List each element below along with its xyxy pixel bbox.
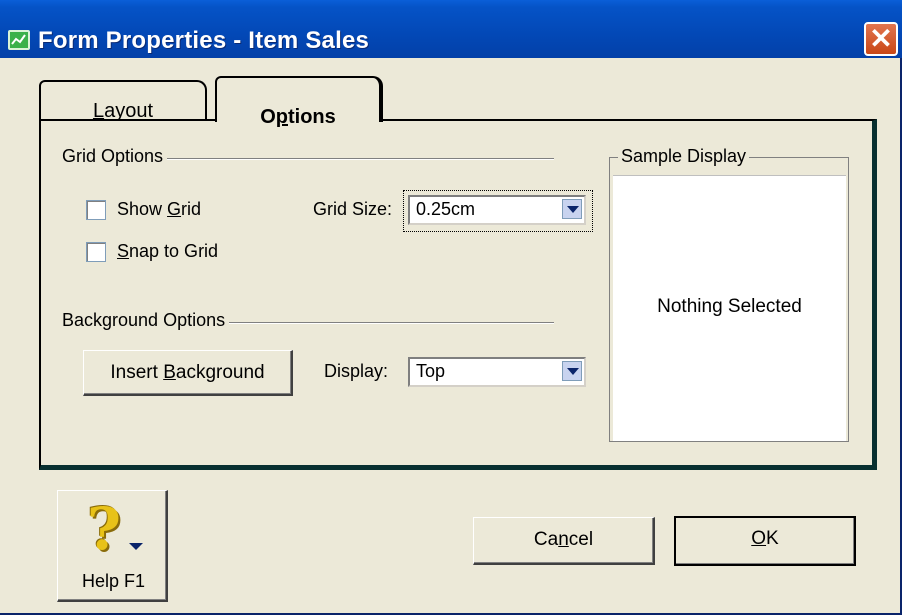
cancel-label: Cancel: [533, 529, 594, 550]
sample-display-text: Nothing Selected: [657, 296, 802, 317]
dropdown-arrow-icon[interactable]: [562, 361, 582, 381]
ok-button[interactable]: OK: [674, 516, 856, 566]
tab-options[interactable]: Options: [215, 76, 383, 128]
show-grid-checkbox[interactable]: [86, 200, 106, 220]
dropdown-arrow-icon[interactable]: [562, 199, 582, 219]
snap-to-grid-label[interactable]: Snap to Grid: [117, 241, 218, 262]
grid-size-select[interactable]: 0.25cm: [408, 195, 586, 225]
cancel-button[interactable]: Cancel: [473, 517, 655, 565]
show-grid-label[interactable]: Show Grid: [117, 199, 201, 220]
title-bar[interactable]: Form Properties - Item Sales ✕: [0, 0, 902, 58]
background-options-label: Background Options: [62, 310, 230, 331]
help-button[interactable]: ? Help F1: [57, 490, 168, 602]
chevron-down-icon: [129, 543, 143, 550]
app-chart-icon: [8, 30, 30, 50]
snap-to-grid-checkbox[interactable]: [86, 242, 106, 262]
insert-background-label: Insert Background: [110, 362, 265, 383]
grid-size-value: 0.25cm: [416, 199, 476, 219]
display-label: Display:: [324, 361, 389, 381]
display-select[interactable]: Top: [408, 357, 586, 387]
help-question-icon: ?: [87, 495, 121, 563]
insert-background-button[interactable]: Insert Background: [83, 350, 293, 396]
grid-options-label: Grid Options: [62, 146, 168, 167]
grid-size-label: Grid Size:: [313, 199, 393, 219]
close-button[interactable]: ✕: [864, 22, 898, 56]
tab-layout[interactable]: Layout: [39, 80, 207, 122]
display-value: Top: [416, 361, 446, 381]
tab-options-label: Options: [260, 106, 336, 128]
help-label: Help F1: [81, 571, 146, 591]
window-title: Form Properties - Item Sales: [38, 27, 370, 54]
ok-label: OK: [751, 528, 779, 549]
close-icon: ✕: [869, 23, 893, 54]
sample-display-label: Sample Display: [618, 146, 750, 167]
dialog-window: Form Properties - Item Sales ✕ Layout Op…: [0, 0, 902, 615]
